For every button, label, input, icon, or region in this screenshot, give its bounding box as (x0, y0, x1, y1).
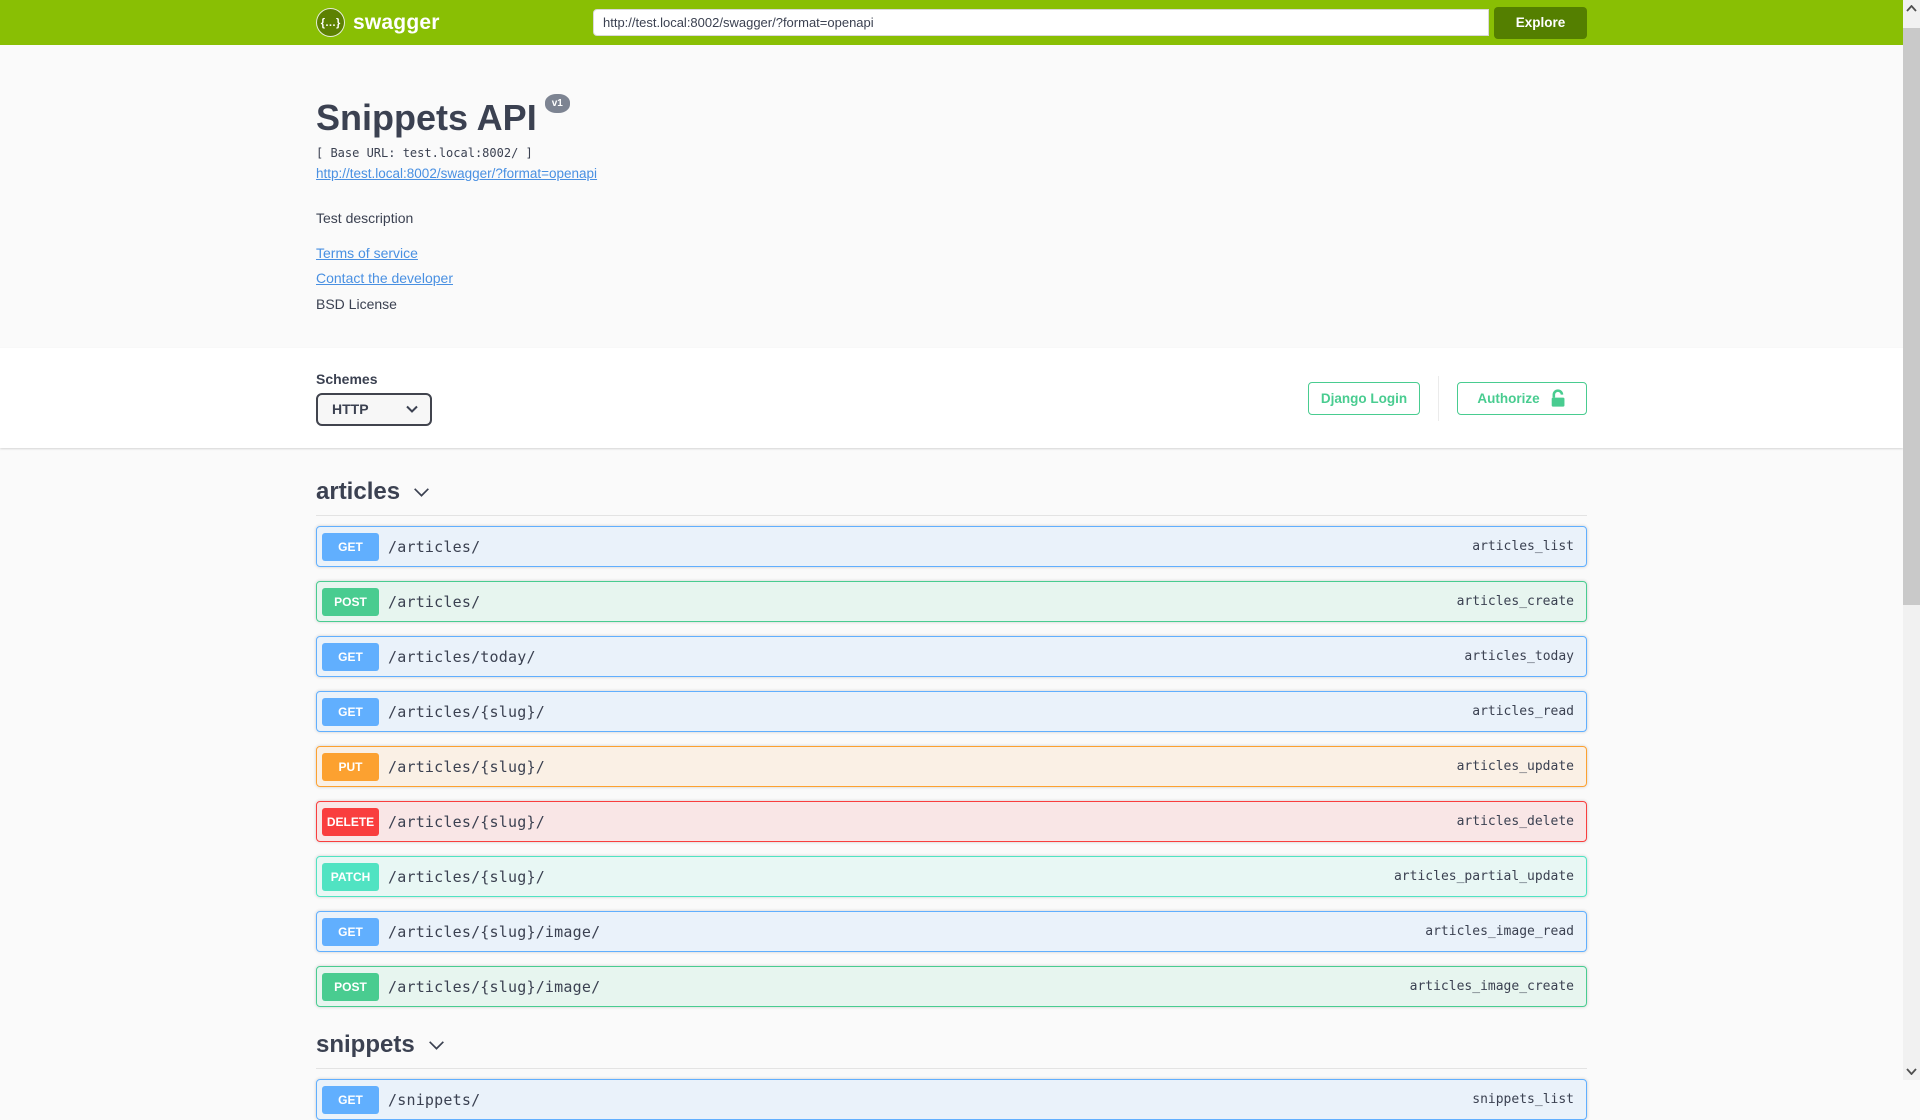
api-description: Test description (316, 210, 414, 226)
schemes-block: Schemes HTTP (316, 371, 432, 426)
schemes-selected-value: HTTP (332, 401, 369, 417)
auth-divider (1438, 375, 1439, 421)
terms-of-service-link[interactable]: Terms of service (316, 245, 418, 261)
operation-row[interactable]: POST /articles/ articles_create (316, 581, 1587, 622)
operation-path: /articles/{slug}/ (388, 867, 545, 886)
unlock-icon (1551, 388, 1565, 407)
topbar: {…} swagger Explore (0, 0, 1903, 45)
method-badge: GET (322, 917, 379, 946)
chevron-down-icon (414, 487, 429, 497)
section-snippets: snippets GET /snippets/ snippets_list (316, 1032, 1587, 1120)
authorize-label: Authorize (1477, 390, 1540, 406)
operation-id: articles_update (1456, 759, 1574, 774)
operation-id: articles_delete (1456, 814, 1574, 829)
section-snippets-header[interactable]: snippets (316, 1032, 1587, 1069)
method-badge: GET (322, 1085, 379, 1114)
chevron-down-icon (406, 405, 418, 413)
section-articles-header[interactable]: articles (316, 479, 1587, 516)
operation-id: articles_list (1472, 539, 1574, 554)
method-badge: POST (322, 587, 379, 616)
page-title: Snippets API (316, 97, 537, 138)
operation-path: /articles/today/ (388, 647, 536, 666)
license-text: BSD License (316, 296, 397, 312)
spec-link[interactable]: http://test.local:8002/swagger/?format=o… (316, 166, 597, 181)
operation-id: articles_image_read (1425, 924, 1574, 939)
swagger-logo-icon: {…} (316, 8, 345, 37)
operation-row[interactable]: PUT /articles/{slug}/ articles_update (316, 746, 1587, 787)
operation-path: /articles/{slug}/image/ (388, 922, 601, 941)
django-login-button[interactable]: Django Login (1308, 381, 1420, 415)
brand-name: swagger (353, 10, 440, 34)
operations-area: articles GET /articles/ articles_list PO… (316, 448, 1587, 1120)
operation-path: /articles/{slug}/ (388, 702, 545, 721)
scrollbar-up-arrow[interactable] (1903, 0, 1920, 17)
operation-id: articles_read (1472, 704, 1574, 719)
swagger-logo: {…} swagger (316, 8, 440, 37)
vertical-scrollbar (1903, 0, 1920, 1080)
contact-developer-link[interactable]: Contact the developer (316, 270, 453, 286)
method-badge: GET (322, 697, 379, 726)
auth-wrapper: Django Login Authorize (1308, 375, 1587, 421)
operation-row[interactable]: GET /articles/{slug}/image/ articles_ima… (316, 911, 1587, 952)
section-articles: articles GET /articles/ articles_list PO… (316, 479, 1587, 1007)
chevron-down-icon (428, 1040, 444, 1050)
operation-id: articles_today (1464, 649, 1574, 664)
operation-row[interactable]: DELETE /articles/{slug}/ articles_delete (316, 801, 1587, 842)
method-badge: DELETE (322, 807, 379, 836)
operation-row[interactable]: GET /articles/today/ articles_today (316, 636, 1587, 677)
operation-row[interactable]: GET /articles/ articles_list (316, 526, 1587, 567)
scheme-container: Schemes HTTP Django Login Authorize (0, 348, 1903, 448)
operation-row[interactable]: PATCH /articles/{slug}/ articles_partial… (316, 856, 1587, 897)
operation-path: /articles/{slug}/ (388, 812, 545, 831)
method-badge: POST (322, 972, 379, 1001)
operation-id: articles_partial_update (1393, 869, 1574, 884)
method-badge: GET (322, 532, 379, 561)
operation-path: /articles/{slug}/image/ (388, 977, 601, 996)
operation-row[interactable]: GET /snippets/ snippets_list (316, 1079, 1587, 1120)
section-title: snippets (316, 1031, 415, 1058)
section-title: articles (316, 478, 401, 505)
operation-path: /snippets/ (388, 1090, 481, 1109)
operation-id: articles_create (1456, 594, 1574, 609)
info-section: Snippets API v1 [ Base URL: test.local:8… (0, 45, 1903, 348)
operation-path: /articles/ (388, 537, 481, 556)
method-badge: PATCH (322, 862, 379, 891)
schemes-select[interactable]: HTTP (316, 392, 432, 426)
operation-path: /articles/{slug}/ (388, 757, 545, 776)
schemes-label: Schemes (316, 370, 378, 387)
operation-row[interactable]: POST /articles/{slug}/image/ articles_im… (316, 966, 1587, 1007)
scrollbar-thumb[interactable] (1903, 28, 1920, 605)
scrollbar-down-arrow[interactable] (1903, 1063, 1920, 1080)
operation-id: snippets_list (1472, 1092, 1574, 1107)
page: {…} swagger Explore Snippets API v1 [ Ba… (0, 0, 1903, 1120)
base-url: [ Base URL: test.local:8002/ ] (316, 146, 533, 160)
spec-url-input[interactable] (593, 9, 1489, 36)
operation-row[interactable]: GET /articles/{slug}/ articles_read (316, 691, 1587, 732)
version-badge: v1 (544, 94, 570, 113)
operation-path: /articles/ (388, 592, 481, 611)
authorize-button[interactable]: Authorize (1457, 381, 1587, 415)
explore-button[interactable]: Explore (1494, 6, 1587, 39)
method-badge: PUT (322, 752, 379, 781)
method-badge: GET (322, 642, 379, 671)
operation-id: articles_image_create (1409, 979, 1574, 994)
